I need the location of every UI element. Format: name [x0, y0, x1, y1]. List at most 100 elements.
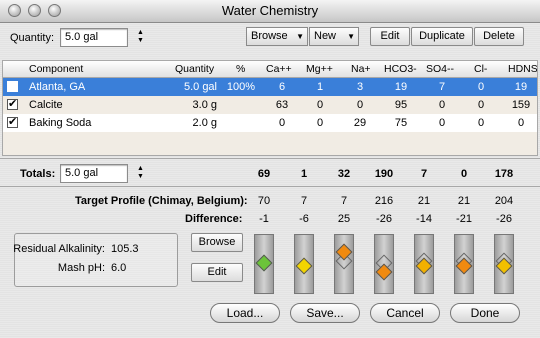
target-cl: 21: [457, 195, 471, 207]
new-popup[interactable]: New ▼: [309, 27, 359, 46]
column-header-quantity[interactable]: Quantity: [175, 63, 214, 75]
delete-button[interactable]: Delete: [474, 27, 524, 46]
totals-quantity-field[interactable]: 5.0 gal: [60, 164, 128, 183]
mash-ph-label: Mash pH:: [57, 262, 105, 274]
difference-label: Difference:: [185, 213, 243, 225]
mash-ph-value: 6.0: [111, 262, 127, 274]
cell-cl: 0: [477, 117, 485, 129]
table-header: Component Quantity % Ca++ Mg++ Na+ HCO3-…: [3, 61, 537, 78]
target-profile-label: Target Profile (Chimay, Belgium):: [75, 195, 248, 207]
total-so4: 7: [420, 168, 428, 180]
total-mg: 1: [300, 168, 308, 180]
cell-mg: 0: [316, 99, 324, 111]
target-hco3: 216: [374, 195, 394, 207]
row-checkbox[interactable]: ✔: [7, 81, 18, 92]
slider-na[interactable]: [334, 234, 354, 294]
difference-cl: -21: [456, 213, 472, 225]
table-row[interactable]: ✔ Calcite 3.0 g 63 0 0 95 0 0 159: [3, 96, 537, 114]
table-row[interactable]: ✔ Baking Soda 2.0 g 0 0 29 75 0 0 0: [3, 114, 537, 132]
cell-so4: 7: [438, 81, 446, 93]
stepper-down-icon[interactable]: ▼: [137, 173, 144, 180]
column-header-hdns[interactable]: HDNS: [508, 63, 537, 75]
total-ca: 69: [257, 168, 271, 180]
chevron-down-icon: ▼: [347, 32, 355, 41]
difference-mg: -6: [299, 213, 309, 225]
column-header-ca[interactable]: Ca++: [266, 63, 292, 75]
cell-ca: 63: [275, 99, 289, 111]
title-bar: Water Chemistry: [0, 0, 540, 23]
total-hco3: 190: [374, 168, 394, 180]
target-mg: 7: [300, 195, 308, 207]
column-header-component[interactable]: Component: [29, 63, 83, 75]
quantity-label: Quantity:: [10, 32, 55, 44]
divider: [0, 158, 540, 159]
browse-popup-label: Browse: [251, 30, 288, 42]
slider-hco3[interactable]: [374, 234, 394, 294]
cell-quantity: 3.0 g: [192, 99, 217, 111]
difference-hco3: -26: [376, 213, 392, 225]
table-row[interactable]: ✔ Atlanta, GA 5.0 gal 100% 6 1 3 19 7 0 …: [3, 78, 537, 96]
difference-na: 25: [337, 213, 351, 225]
cell-component: Atlanta, GA: [29, 81, 86, 93]
column-header-percent[interactable]: %: [236, 63, 245, 75]
water-chemistry-window: Water Chemistry Quantity: 5.0 gal ▲ ▼ Br…: [0, 0, 540, 338]
total-hdns: 178: [494, 168, 514, 180]
load-button[interactable]: Load...: [210, 303, 280, 323]
browse-popup[interactable]: Browse ▼: [246, 27, 308, 46]
duplicate-button[interactable]: Duplicate: [411, 27, 473, 46]
cell-component: Calcite: [29, 99, 63, 111]
row-checkbox[interactable]: ✔: [7, 99, 18, 110]
cell-so4: 0: [438, 99, 446, 111]
slider-hdns[interactable]: [494, 234, 514, 294]
edit-salts-button[interactable]: Edit: [191, 263, 243, 282]
column-header-cl[interactable]: Cl-: [474, 63, 487, 75]
target-hdns: 204: [494, 195, 514, 207]
slider-knob[interactable]: [295, 257, 313, 275]
quantity-field[interactable]: 5.0 gal: [60, 28, 128, 47]
components-table: Component Quantity % Ca++ Mg++ Na+ HCO3-…: [2, 60, 538, 156]
divider: [0, 186, 540, 187]
cell-hdns: 159: [511, 99, 531, 111]
slider-cl[interactable]: [454, 234, 474, 294]
slider-so4[interactable]: [414, 234, 434, 294]
totals-quantity-stepper[interactable]: ▲ ▼: [136, 165, 146, 181]
cancel-button[interactable]: Cancel: [370, 303, 440, 323]
stepper-down-icon[interactable]: ▼: [137, 37, 144, 44]
target-na: 7: [340, 195, 348, 207]
cell-percent: 100%: [226, 81, 255, 93]
cell-component: Baking Soda: [29, 117, 92, 129]
chevron-down-icon: ▼: [296, 32, 304, 41]
column-header-mg[interactable]: Mg++: [306, 63, 333, 75]
row-checkbox[interactable]: ✔: [7, 117, 18, 128]
cell-cl: 0: [477, 99, 485, 111]
totals-label: Totals:: [20, 168, 56, 180]
quantity-stepper[interactable]: ▲ ▼: [136, 29, 146, 45]
cell-na: 29: [353, 117, 367, 129]
slider-mg[interactable]: [294, 234, 314, 294]
cell-hco3: 19: [394, 81, 408, 93]
column-header-na[interactable]: Na+: [351, 63, 371, 75]
cell-hco3: 95: [394, 99, 408, 111]
column-header-so4[interactable]: SO4--: [426, 63, 454, 75]
difference-so4: -14: [416, 213, 432, 225]
save-button[interactable]: Save...: [290, 303, 360, 323]
cell-na: 0: [356, 99, 364, 111]
residual-alkalinity-value: 105.3: [111, 243, 139, 255]
cell-hco3: 75: [394, 117, 408, 129]
cell-quantity: 5.0 gal: [183, 81, 217, 93]
slider-knob[interactable]: [255, 254, 273, 272]
stepper-up-icon[interactable]: ▲: [137, 165, 144, 172]
difference-hdns: -26: [496, 213, 512, 225]
residual-group: Residual Alkalinity: 105.3 Mash pH: 6.0: [13, 233, 178, 287]
cell-mg: 0: [316, 117, 324, 129]
done-button[interactable]: Done: [450, 303, 520, 323]
stepper-up-icon[interactable]: ▲: [137, 29, 144, 36]
column-header-hco3[interactable]: HCO3-: [384, 63, 417, 75]
cell-mg: 1: [316, 81, 324, 93]
slider-ca[interactable]: [254, 234, 274, 294]
cell-cl: 0: [477, 81, 485, 93]
difference-ca: -1: [259, 213, 269, 225]
target-so4: 21: [417, 195, 431, 207]
edit-button[interactable]: Edit: [370, 27, 410, 46]
browse-salts-button[interactable]: Browse: [191, 233, 243, 252]
